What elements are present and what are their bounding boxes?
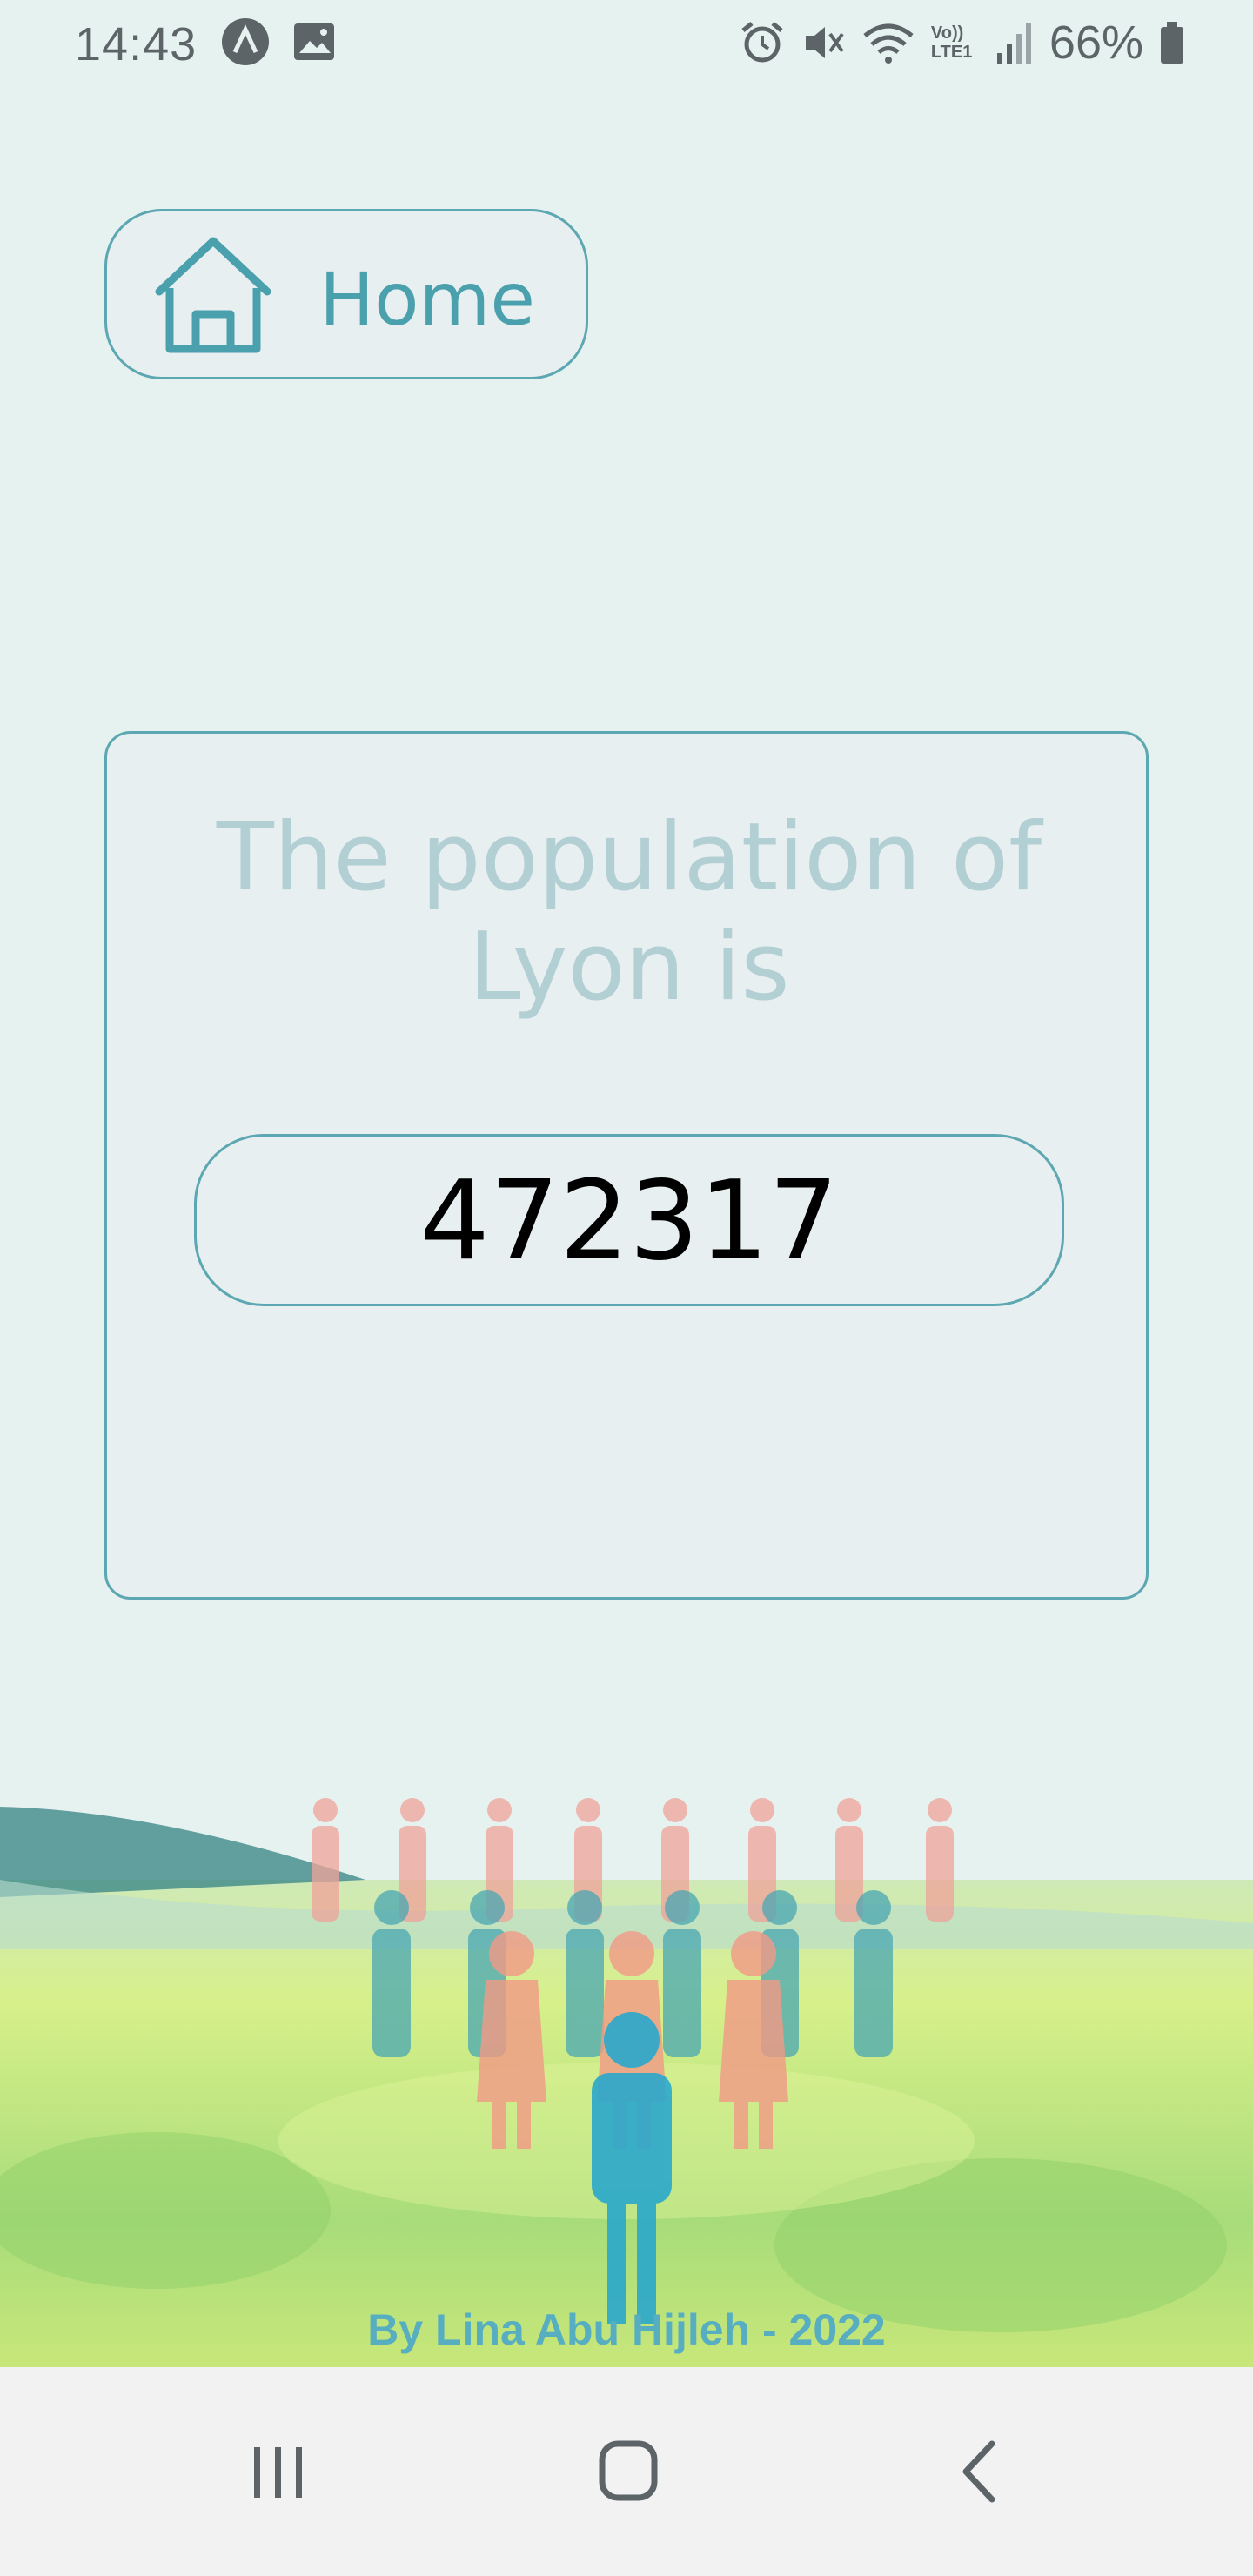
recent-apps-icon[interactable] bbox=[218, 2428, 339, 2515]
person-figure bbox=[566, 1890, 604, 2057]
people-field-illustration bbox=[0, 1798, 1253, 2367]
person-figure bbox=[663, 1890, 701, 2057]
home-circle-icon[interactable] bbox=[567, 2428, 689, 2515]
status-right-icons: Vo)) LTE1 66% bbox=[740, 16, 1185, 70]
author-credit: By Lina Abu Hijleh - 2022 bbox=[367, 2305, 886, 2354]
battery-icon bbox=[1161, 22, 1183, 64]
volte-icon: Vo)) LTE1 bbox=[930, 23, 973, 62]
system-nav-bar bbox=[0, 2367, 1253, 2576]
battery-percent: 66% bbox=[1049, 17, 1143, 69]
app-notification-icon bbox=[222, 18, 269, 65]
person-figure bbox=[854, 1890, 893, 2057]
mute-icon bbox=[805, 27, 844, 58]
population-value-field: 472317 bbox=[194, 1134, 1064, 1306]
image-icon bbox=[294, 23, 334, 60]
person-figure bbox=[926, 1798, 954, 1922]
population-card: The population of Lyon is 472317 bbox=[104, 731, 1149, 1600]
alarm-icon bbox=[741, 22, 783, 63]
status-bar: 14:43 Vo)) LTE1 66% bbox=[0, 0, 1253, 84]
population-title: The population of Lyon is bbox=[216, 803, 1042, 1022]
wifi-icon bbox=[863, 23, 914, 64]
home-button-label: Home bbox=[319, 257, 536, 342]
house-icon bbox=[155, 237, 271, 353]
back-chevron-icon[interactable] bbox=[917, 2428, 1039, 2515]
person-figure bbox=[312, 1798, 339, 1922]
signal-icon bbox=[996, 23, 1031, 64]
status-left-icons bbox=[221, 17, 336, 66]
home-button[interactable]: Home bbox=[104, 209, 588, 379]
status-time: 14:43 bbox=[75, 18, 198, 70]
person-figure bbox=[372, 1890, 411, 2057]
